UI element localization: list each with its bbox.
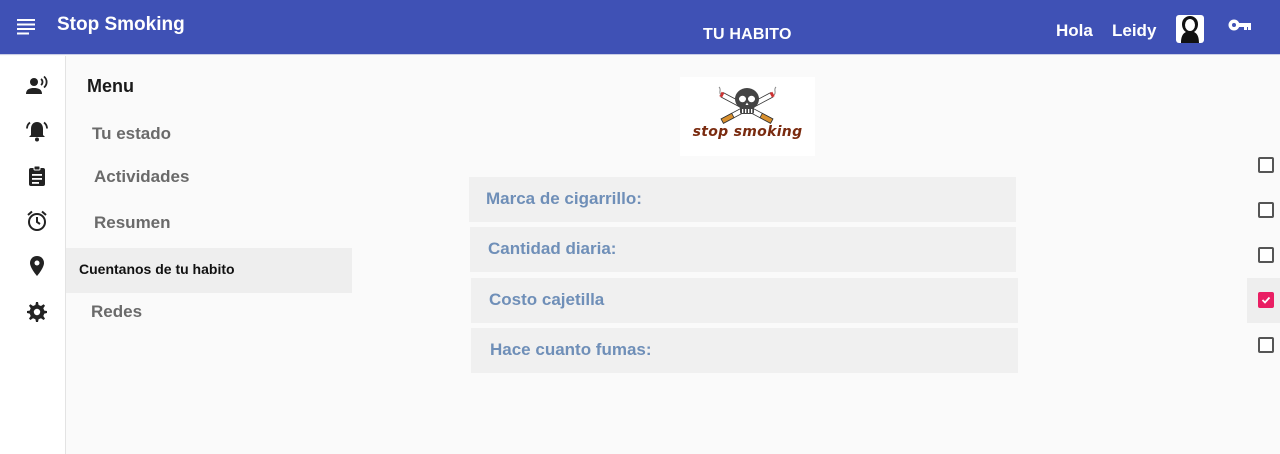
key-icon[interactable] — [1228, 18, 1252, 32]
user-name: Leidy — [1112, 21, 1157, 40]
checkbox-5[interactable] — [1258, 337, 1274, 353]
greeting-text: Hola — [1056, 21, 1093, 40]
record-voice-icon[interactable] — [25, 74, 49, 98]
avatar[interactable] — [1176, 15, 1204, 43]
alarm-icon[interactable] — [25, 209, 49, 233]
menu-item-tu-estado[interactable]: Tu estado — [92, 124, 171, 144]
location-pin-icon[interactable] — [25, 254, 49, 278]
settings-icon[interactable] — [25, 300, 49, 324]
menu-panel: Menu Tu estado Actividades Resumen Cuent… — [66, 56, 366, 454]
logo-text: stop smoking — [692, 124, 803, 140]
menu-item-redes[interactable]: Redes — [91, 302, 142, 322]
assignment-icon[interactable] — [25, 164, 49, 188]
hamburger-menu-icon[interactable] — [17, 17, 37, 35]
checkmark-icon — [1260, 294, 1272, 306]
page-title: TU HABITO — [703, 26, 792, 43]
daily-amount-field[interactable]: Cantidad diaria: — [470, 227, 1016, 272]
checkbox-2[interactable] — [1258, 202, 1274, 218]
brand-field[interactable]: Marca de cigarrillo: — [469, 177, 1016, 222]
app-title: Stop Smoking — [57, 14, 185, 35]
icon-rail — [0, 56, 66, 454]
skull-crossed-cigarettes-icon — [718, 86, 777, 124]
top-app-bar: Stop Smoking TU HABITO Hola Leidy — [0, 0, 1280, 55]
menu-item-actividades[interactable]: Actividades — [94, 167, 189, 187]
checkbox-1[interactable] — [1258, 157, 1274, 173]
user-avatar-icon — [1181, 16, 1199, 43]
smoking-duration-field[interactable]: Hace cuanto fumas: — [471, 328, 1018, 373]
pack-cost-field[interactable]: Costo cajetilla — [471, 278, 1018, 323]
checkbox-3[interactable] — [1258, 247, 1274, 263]
checkbox-4[interactable] — [1258, 292, 1274, 308]
menu-title: Menu — [87, 76, 134, 96]
notifications-active-icon[interactable] — [25, 119, 49, 143]
menu-item-cuentanos[interactable]: Cuentanos de tu habito — [66, 248, 352, 293]
stop-smoking-logo: stop smoking — [680, 77, 815, 156]
menu-item-resumen[interactable]: Resumen — [94, 213, 171, 233]
